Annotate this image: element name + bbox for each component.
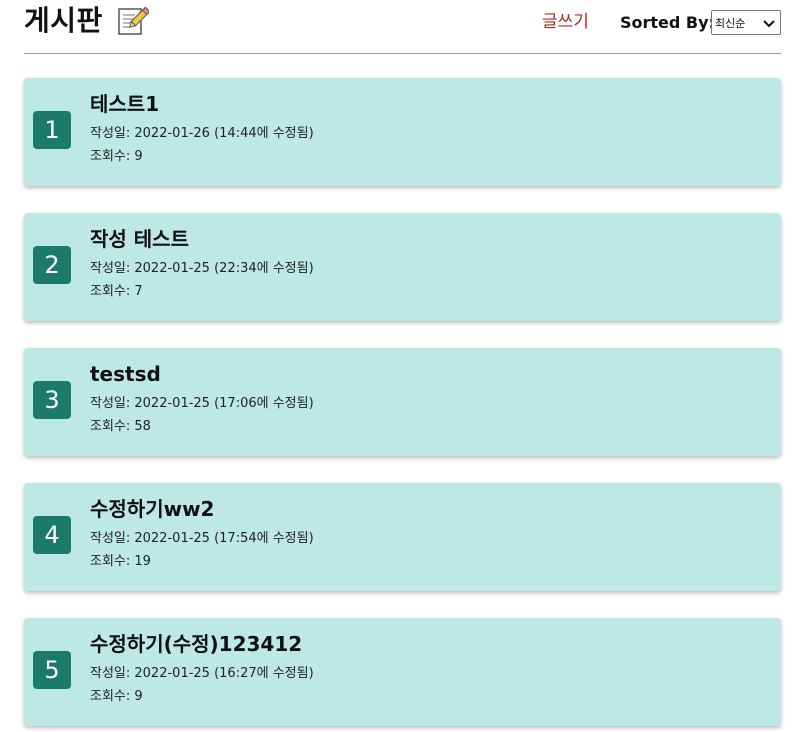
post-title: 작성 테스트 [90, 227, 189, 251]
post-title: 테스트1 [90, 92, 160, 116]
sort-selected-value: 최신순 [715, 16, 746, 30]
sort-select[interactable]: 최신순 [711, 10, 781, 35]
post-card[interactable]: 4 수정하기ww2 작성일: 2022-01-25 (17:54에 수정됨) 조… [24, 483, 781, 591]
post-title: 수정하기(수정)123412 [90, 632, 303, 656]
post-views: 조회수: 9 [90, 689, 143, 704]
post-number-badge: 5 [33, 651, 71, 689]
post-date: 작성일: 2022-01-26 (14:44에 수정됨) [90, 126, 314, 141]
post-card[interactable]: 3 testsd 작성일: 2022-01-25 (17:06에 수정됨) 조회… [24, 348, 781, 456]
post-views: 조회수: 9 [90, 149, 143, 164]
post-card[interactable]: 5 수정하기(수정)123412 작성일: 2022-01-25 (16:27에… [24, 618, 781, 726]
post-number-badge: 2 [33, 246, 71, 284]
post-date: 작성일: 2022-01-25 (16:27에 수정됨) [90, 666, 314, 681]
post-number-badge: 4 [33, 516, 71, 554]
post-date: 작성일: 2022-01-25 (17:54에 수정됨) [90, 531, 314, 546]
page-header: 게시판 글쓰기 Sorted By: 최신순 [24, 0, 781, 54]
memo-icon [118, 6, 149, 35]
sort-label: Sorted By: [620, 13, 715, 32]
post-title: 수정하기ww2 [90, 497, 215, 521]
post-card[interactable]: 1 테스트1 작성일: 2022-01-26 (14:44에 수정됨) 조회수:… [24, 78, 781, 186]
post-views: 조회수: 7 [90, 284, 143, 299]
chevron-down-icon [763, 19, 775, 27]
post-date: 작성일: 2022-01-25 (17:06에 수정됨) [90, 396, 314, 411]
post-number-badge: 1 [33, 111, 71, 149]
post-title: testsd [90, 362, 161, 386]
post-views: 조회수: 19 [90, 554, 151, 569]
board-page: 게시판 글쓰기 Sorted By: 최신순 1 테스트1 작성일: 2022-… [0, 0, 809, 732]
title-area: 게시판 [24, 3, 149, 39]
page-title: 게시판 [24, 4, 103, 37]
write-post-link[interactable]: 글쓰기 [542, 10, 589, 34]
post-number-badge: 3 [33, 381, 71, 419]
post-views: 조회수: 58 [90, 419, 151, 434]
post-list: 1 테스트1 작성일: 2022-01-26 (14:44에 수정됨) 조회수:… [24, 78, 781, 732]
post-card[interactable]: 2 작성 테스트 작성일: 2022-01-25 (22:34에 수정됨) 조회… [24, 213, 781, 321]
post-date: 작성일: 2022-01-25 (22:34에 수정됨) [90, 261, 314, 276]
